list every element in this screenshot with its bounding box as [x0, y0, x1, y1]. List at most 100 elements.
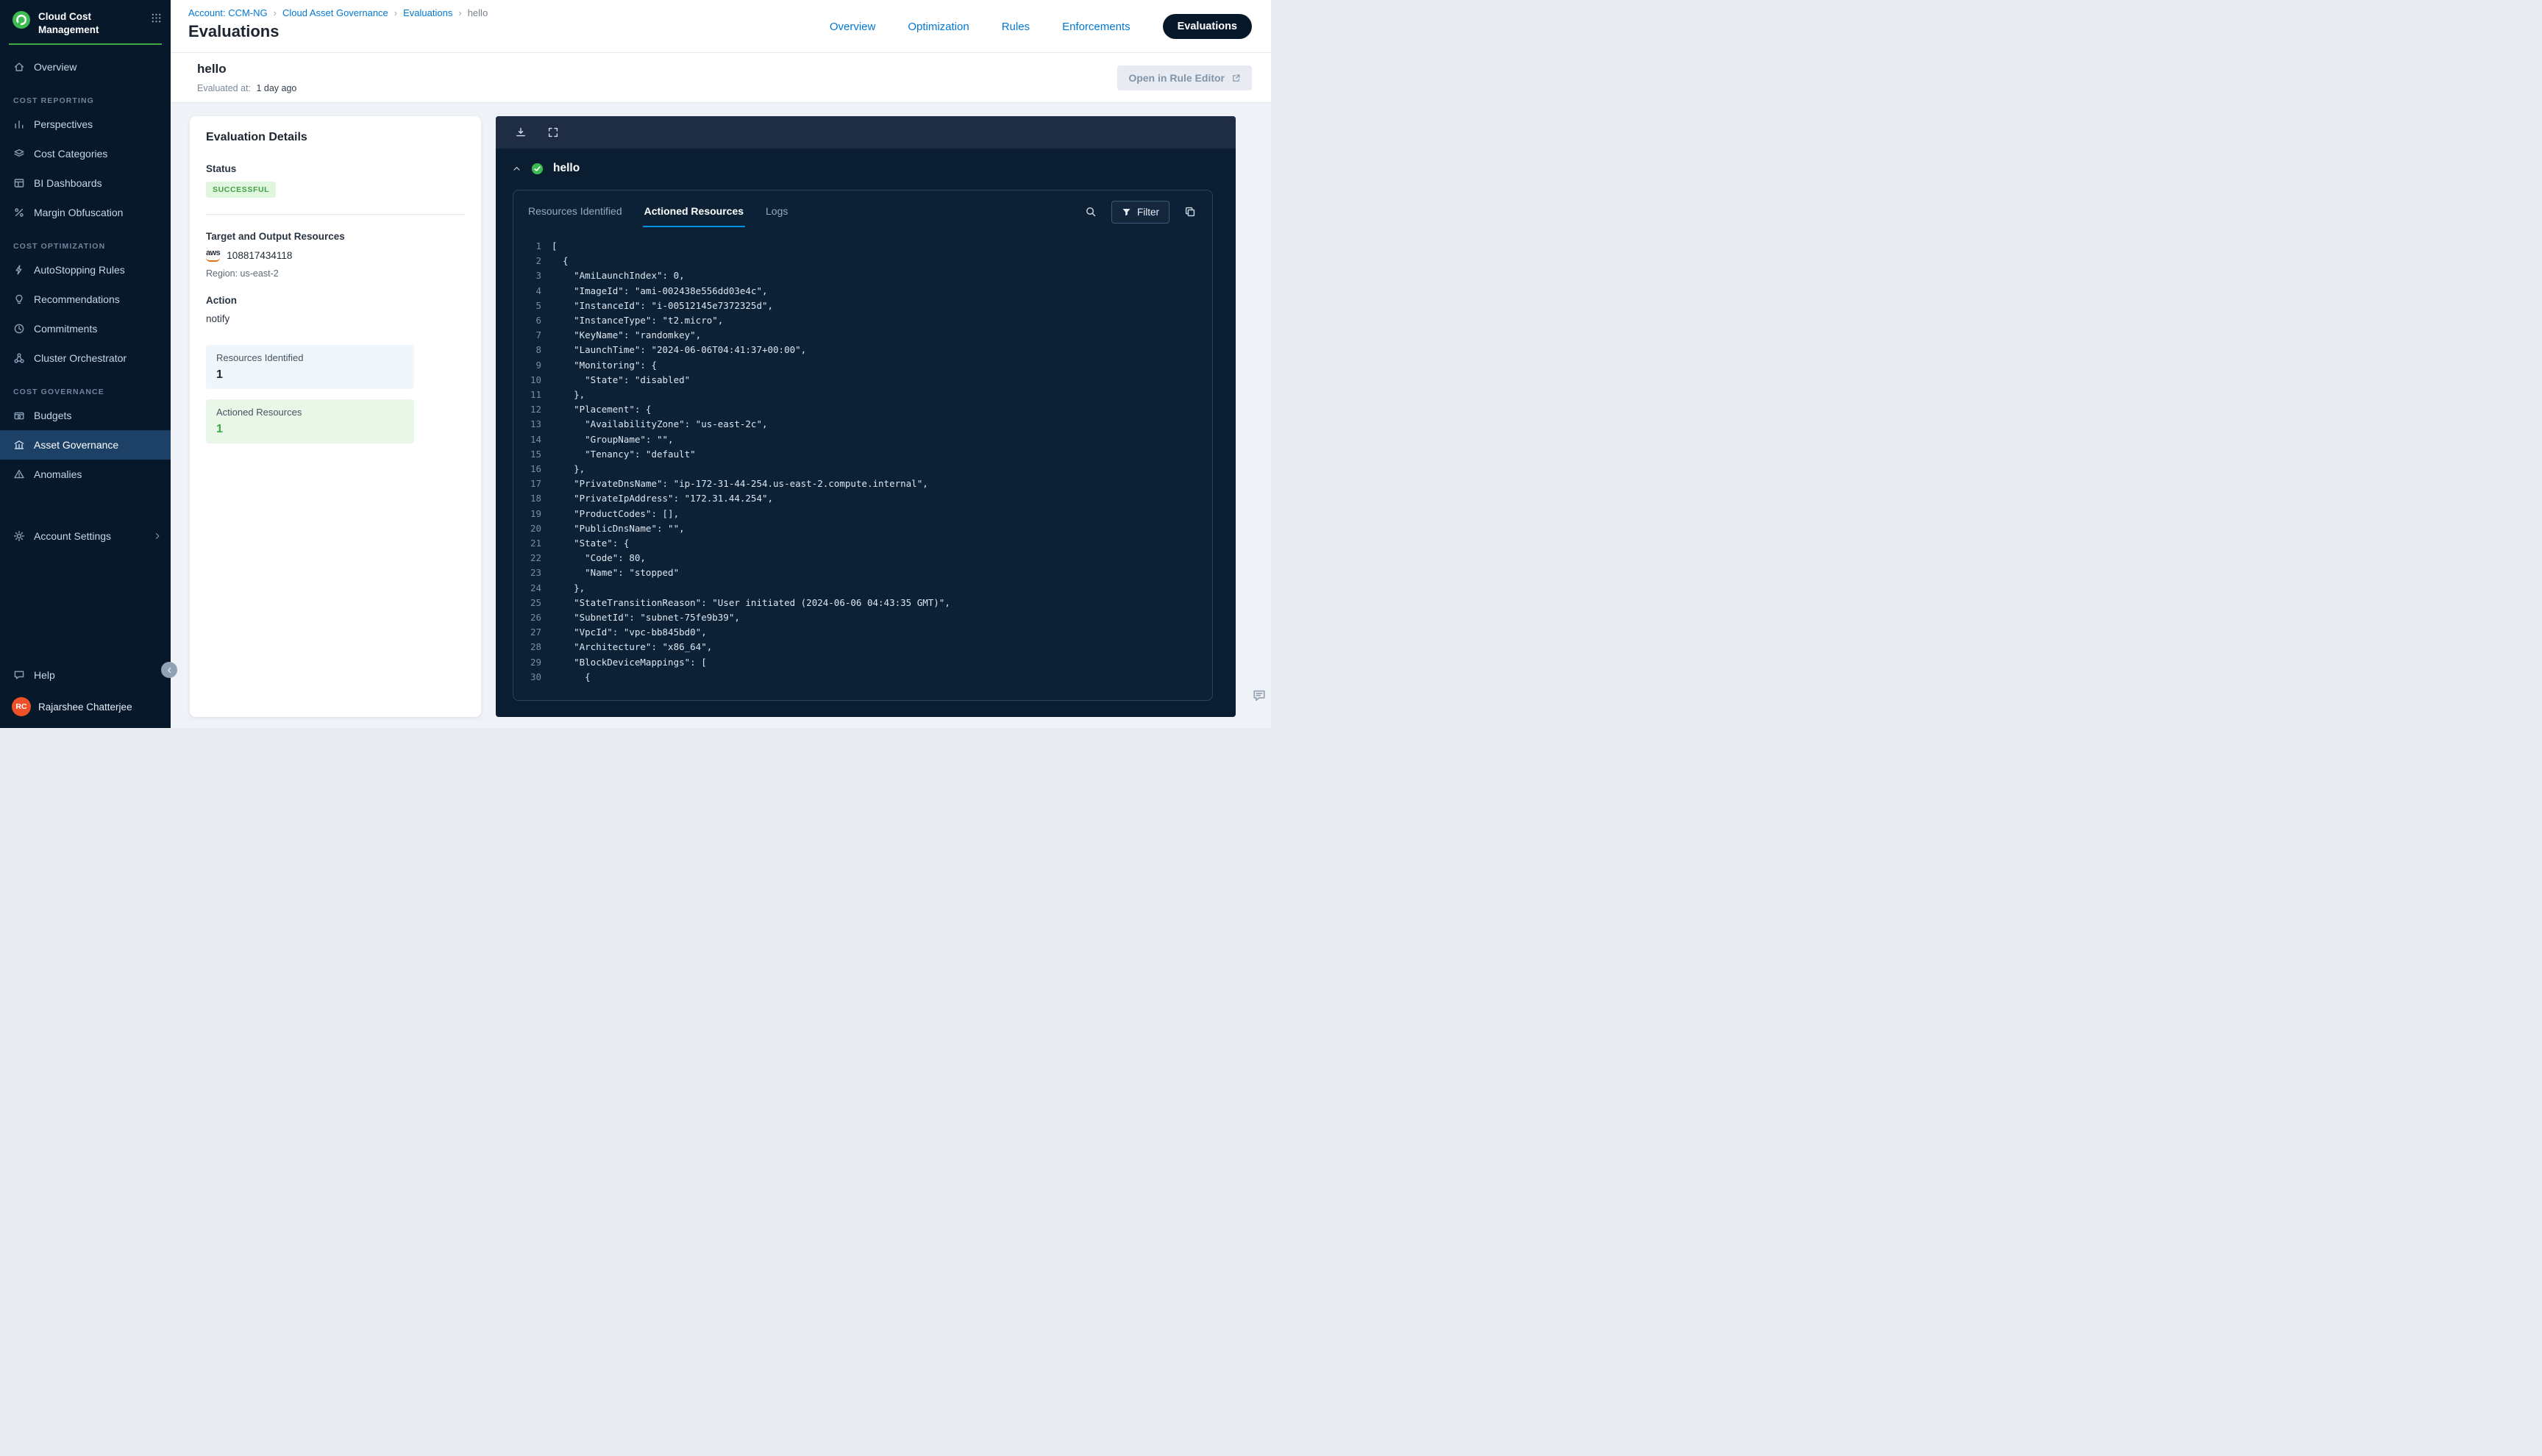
line-content: "Name": "stopped": [541, 565, 679, 580]
sidebar-item-label: Account Settings: [34, 530, 111, 542]
evaluated-at-label: Evaluated at:: [197, 83, 251, 93]
target-account-row: aws 108817434118: [206, 249, 465, 262]
resources-card-header: Resources Identified Actioned Resources Lo…: [513, 190, 1212, 227]
sidebar-item-label: Margin Obfuscation: [34, 207, 123, 218]
feedback-icon[interactable]: [1252, 688, 1267, 703]
line-content: "AmiLaunchIndex": 0,: [541, 268, 685, 283]
external-link-icon: [1231, 74, 1241, 83]
card-actions: Filter: [1085, 196, 1196, 227]
sidebar-item-cluster-orchestrator[interactable]: Cluster Orchestrator: [0, 343, 171, 373]
app-title: Cloud Cost Management: [38, 10, 143, 36]
sidebar-item-anomalies[interactable]: Anomalies: [0, 460, 171, 489]
tab-actioned-resources[interactable]: Actioned Resources: [643, 196, 745, 227]
layers-icon: [13, 148, 25, 160]
sidebar-item-commitments[interactable]: Commitments: [0, 314, 171, 343]
code-line: 7 "KeyName": "randomkey",: [513, 328, 1212, 343]
alert-icon: [13, 468, 25, 480]
account-id: 108817434118: [227, 250, 292, 261]
nav-overview[interactable]: Overview: [830, 21, 876, 33]
nav-evaluations[interactable]: Evaluations: [1163, 14, 1252, 39]
code-line: 1[: [513, 239, 1212, 254]
sidebar-item-asset-governance[interactable]: Asset Governance: [0, 430, 171, 460]
percent-icon: [13, 207, 25, 218]
sidebar-accent-line: [9, 43, 162, 45]
dashboard-icon: [13, 177, 25, 189]
sidebar-item-bi-dashboards[interactable]: BI Dashboards: [0, 168, 171, 198]
sidebar-item-label: Cluster Orchestrator: [34, 352, 127, 364]
line-number: 30: [513, 670, 541, 685]
page-title: Evaluations: [188, 22, 279, 41]
wallet-icon: [13, 410, 25, 421]
fullscreen-icon[interactable]: [547, 126, 559, 138]
download-icon[interactable]: [515, 126, 527, 138]
code-line: 25 "StateTransitionReason": "User initia…: [513, 596, 1212, 610]
line-number: 1: [513, 239, 541, 254]
tab-logs[interactable]: Logs: [764, 196, 789, 227]
line-content: },: [541, 462, 585, 477]
chevron-up-icon[interactable]: [512, 164, 521, 174]
app-root: Cloud Cost Management OverviewCOST REPOR…: [0, 0, 1271, 728]
sidebar-item-label: Recommendations: [34, 293, 120, 305]
line-content: "Placement": {: [541, 402, 651, 417]
sidebar-item-cost-categories[interactable]: Cost Categories: [0, 139, 171, 168]
bolt-icon: [13, 264, 25, 276]
stats-list: Resources Identified1Actioned Resources1: [206, 345, 465, 443]
breadcrumb-item-cloud-asset-governance[interactable]: Cloud Asset Governance: [282, 7, 388, 18]
stat-resources-identified: Resources Identified1: [206, 345, 414, 389]
sidebar-item-perspectives[interactable]: Perspectives: [0, 110, 171, 139]
nav-enforcements[interactable]: Enforcements: [1062, 21, 1131, 33]
code-line: 23 "Name": "stopped": [513, 565, 1212, 580]
sidebar-item-margin-obfuscation[interactable]: Margin Obfuscation: [0, 198, 171, 227]
line-number: 13: [513, 417, 541, 432]
sidebar-item-label: AutoStopping Rules: [34, 264, 125, 276]
sidebar-section-cost-optimization: COST OPTIMIZATION: [13, 242, 171, 251]
help-button[interactable]: Help: [0, 660, 171, 690]
sidebar-item-label: BI Dashboards: [34, 177, 102, 189]
code-line: 29 "BlockDeviceMappings": [: [513, 655, 1212, 670]
line-number: 29: [513, 655, 541, 670]
sidebar-item-budgets[interactable]: Budgets: [0, 401, 171, 430]
tab-resources-identified[interactable]: Resources Identified: [527, 196, 624, 227]
code-line: 30 {: [513, 670, 1212, 685]
sidebar-item-autostopping-rules[interactable]: AutoStopping Rules: [0, 255, 171, 285]
code-line: 15 "Tenancy": "default": [513, 447, 1212, 462]
line-content: "Tenancy": "default": [541, 447, 696, 462]
line-number: 21: [513, 536, 541, 551]
code-line: 26 "SubnetId": "subnet-75fe9b39",: [513, 610, 1212, 625]
code-line: 24 },: [513, 581, 1212, 596]
apps-grid-icon[interactable]: [151, 13, 162, 24]
aws-logo-icon: aws: [206, 249, 220, 262]
line-number: 6: [513, 313, 541, 328]
line-number: 17: [513, 477, 541, 491]
ccm-logo-icon: [12, 10, 31, 29]
sidebar-item-label: Perspectives: [34, 118, 93, 130]
filter-button[interactable]: Filter: [1111, 201, 1169, 224]
breadcrumb-item-evaluations[interactable]: Evaluations: [403, 7, 452, 18]
line-content: "StateTransitionReason": "User initiated…: [541, 596, 950, 610]
open-rule-editor-label: Open in Rule Editor: [1128, 72, 1225, 84]
json-code-block: 1[2 {3 "AmiLaunchIndex": 0,4 "ImageId": …: [513, 227, 1212, 685]
sidebar-item-recommendations[interactable]: Recommendations: [0, 285, 171, 314]
nav-rules[interactable]: Rules: [1002, 21, 1030, 33]
sidebar-item-overview[interactable]: Overview: [0, 52, 171, 82]
sidebar-item-account-settings[interactable]: Account Settings: [0, 521, 171, 551]
copy-icon[interactable]: [1184, 206, 1196, 218]
line-content: },: [541, 581, 585, 596]
line-number: 28: [513, 640, 541, 654]
code-line: 5 "InstanceId": "i-00512145e7372325d",: [513, 299, 1212, 313]
open-rule-editor-button[interactable]: Open in Rule Editor: [1117, 65, 1252, 90]
code-line: 16 },: [513, 462, 1212, 477]
line-content: "BlockDeviceMappings": [: [541, 655, 707, 670]
user-menu[interactable]: RC Rajarshee Chatterjee: [0, 690, 171, 716]
sidebar-nav: OverviewCOST REPORTINGPerspectivesCost C…: [0, 48, 171, 489]
code-line: 13 "AvailabilityZone": "us-east-2c",: [513, 417, 1212, 432]
line-number: 10: [513, 373, 541, 388]
line-number: 24: [513, 581, 541, 596]
sidebar-collapse-handle[interactable]: [161, 662, 177, 678]
nav-optimization[interactable]: Optimization: [908, 21, 969, 33]
breadcrumb-item-account-ccm-ng[interactable]: Account: CCM-NG: [188, 7, 268, 18]
search-icon[interactable]: [1085, 206, 1097, 218]
line-number: 2: [513, 254, 541, 268]
line-content: "LaunchTime": "2024-06-06T04:41:37+00:00…: [541, 343, 806, 357]
chart-icon: [13, 118, 25, 130]
